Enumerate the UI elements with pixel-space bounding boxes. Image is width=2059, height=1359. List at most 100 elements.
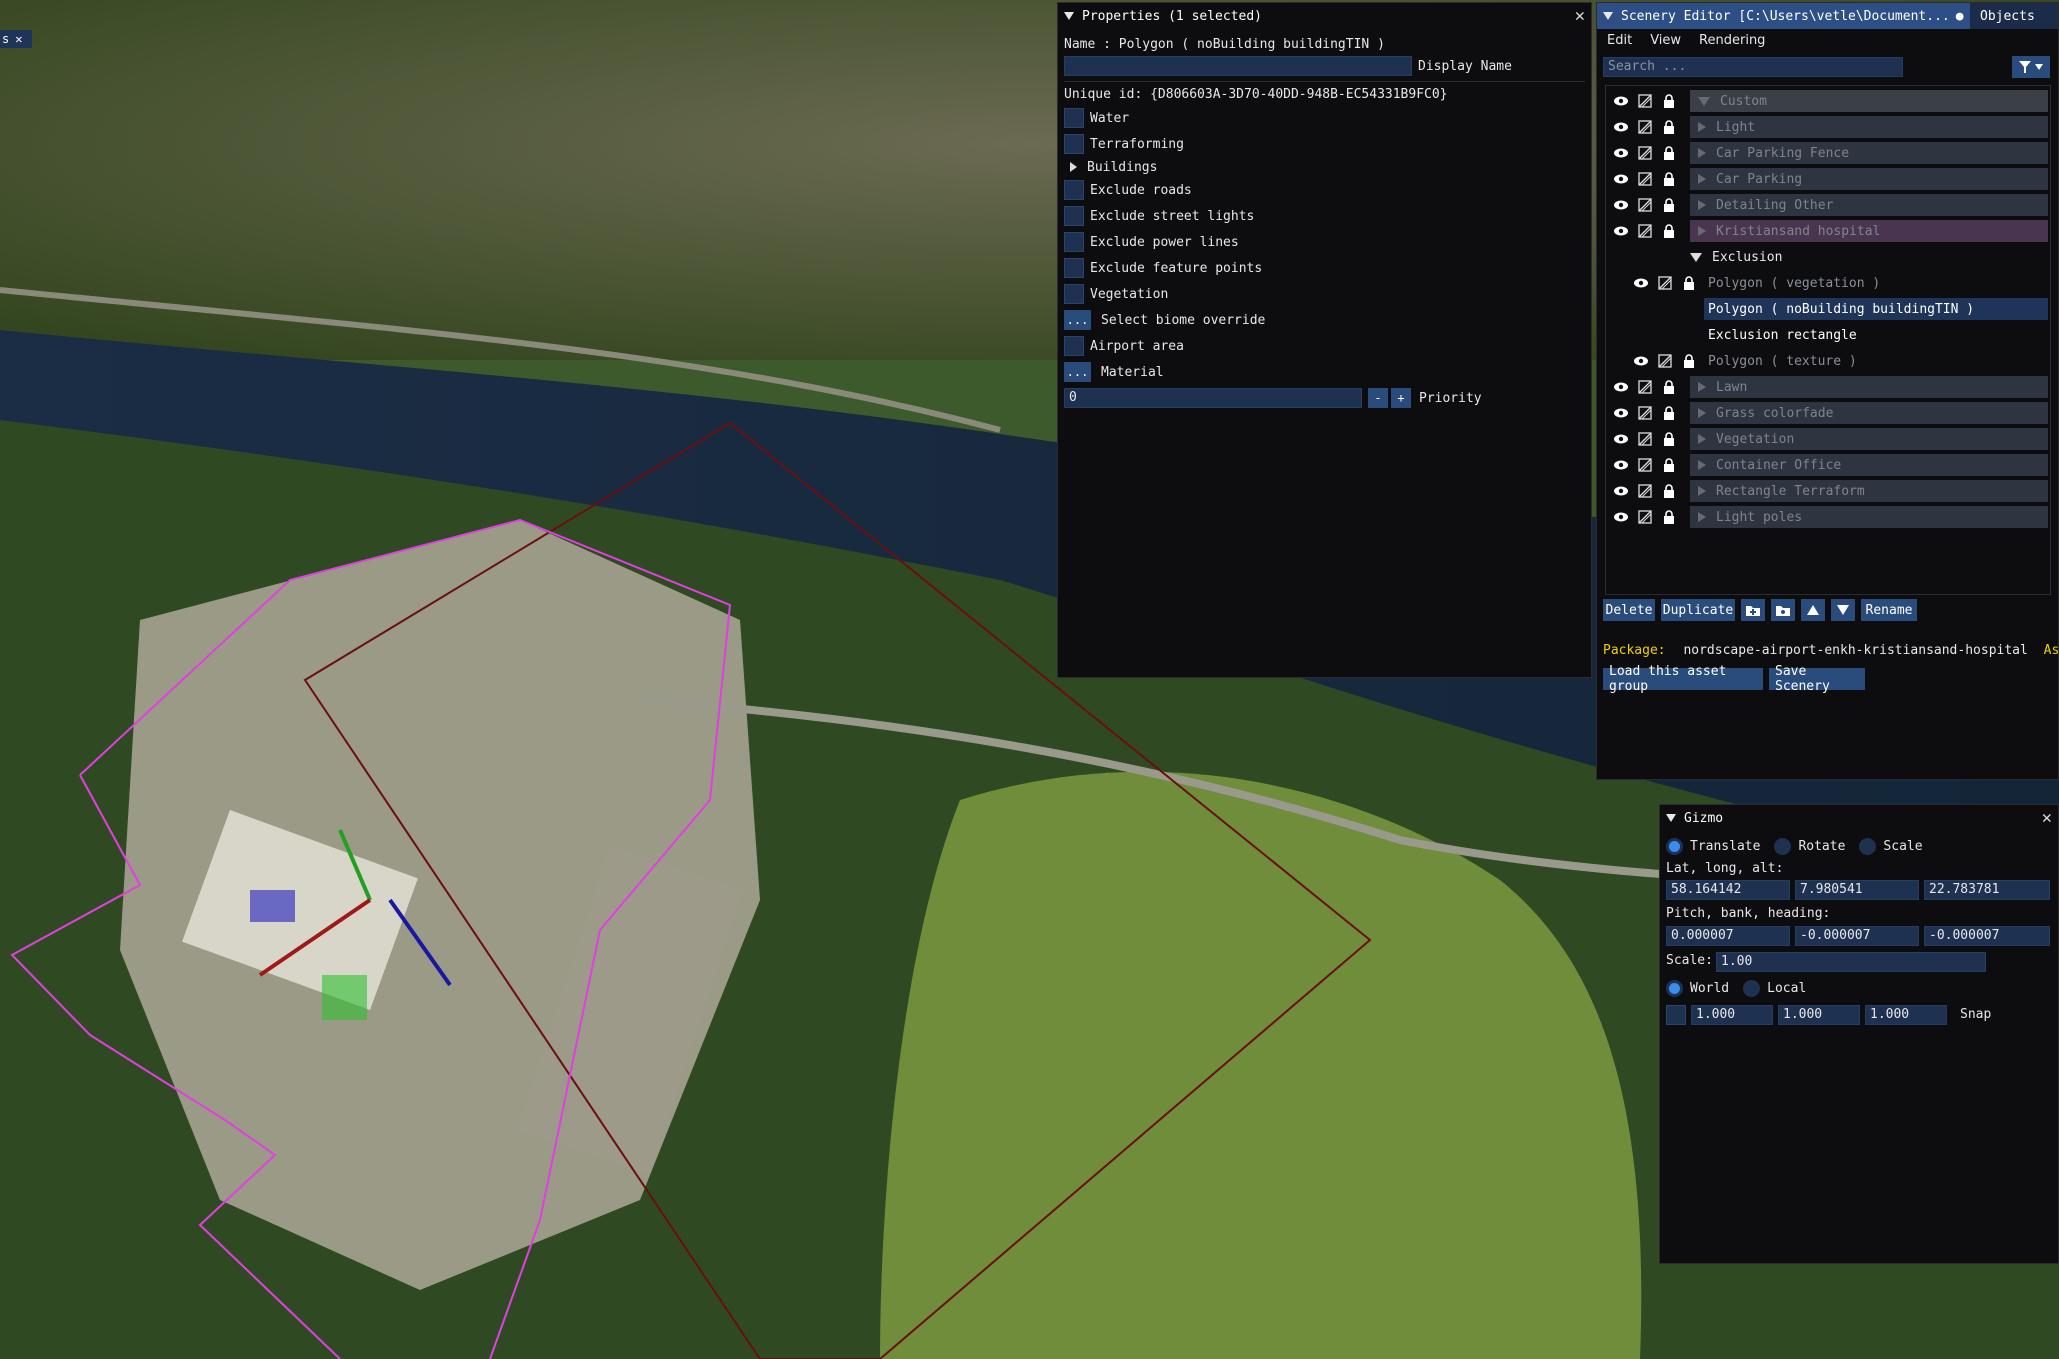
- eye-icon[interactable]: [1612, 378, 1630, 396]
- eye-icon[interactable]: [1612, 404, 1630, 422]
- add-folder-button[interactable]: [1741, 599, 1765, 621]
- eye-icon[interactable]: [1612, 222, 1630, 240]
- lock-icon[interactable]: [1680, 274, 1698, 292]
- wireframe-icon[interactable]: [1636, 196, 1654, 214]
- wireframe-icon[interactable]: [1636, 118, 1654, 136]
- longitude-input[interactable]: 7.980541: [1795, 880, 1919, 900]
- chevron-right-icon[interactable]: [1698, 122, 1706, 132]
- wireframe-icon[interactable]: [1656, 274, 1674, 292]
- lock-icon[interactable]: [1660, 456, 1678, 474]
- material-button[interactable]: ...: [1064, 362, 1091, 382]
- chevron-right-icon[interactable]: [1698, 226, 1706, 236]
- exclude-power-lines-row[interactable]: Exclude power lines: [1064, 231, 1239, 253]
- vegetation-checkbox[interactable]: [1064, 284, 1084, 304]
- eye-icon[interactable]: [1612, 196, 1630, 214]
- priority-plus-button[interactable]: +: [1391, 388, 1411, 408]
- tree-item-group[interactable]: Car Parking Fence: [1612, 142, 2048, 164]
- collapse-icon[interactable]: [1603, 12, 1613, 20]
- latitude-input[interactable]: 58.164142: [1666, 880, 1790, 900]
- display-name-input[interactable]: [1064, 56, 1412, 76]
- collapse-icon[interactable]: [1666, 814, 1676, 822]
- tab-objects[interactable]: Objects: [1970, 3, 2058, 29]
- rename-button[interactable]: Rename: [1861, 599, 1917, 621]
- chevron-right-icon[interactable]: [1698, 148, 1706, 158]
- heading-input[interactable]: -0.000007: [1924, 926, 2050, 946]
- move-down-button[interactable]: [1831, 599, 1855, 621]
- chevron-right-icon[interactable]: [1698, 460, 1706, 470]
- search-input[interactable]: Search ...: [1603, 57, 1903, 77]
- lock-icon[interactable]: [1660, 482, 1678, 500]
- eye-icon[interactable]: [1612, 482, 1630, 500]
- wireframe-icon[interactable]: [1636, 430, 1654, 448]
- chevron-right-icon[interactable]: [1698, 486, 1706, 496]
- tree-item-folder[interactable]: Exclusion: [1690, 246, 1782, 268]
- wireframe-icon[interactable]: [1636, 378, 1654, 396]
- tree-item-group[interactable]: Detailing Other: [1612, 194, 2048, 216]
- wireframe-icon[interactable]: [1636, 170, 1654, 188]
- wireframe-icon[interactable]: [1636, 144, 1654, 162]
- save-scenery-button[interactable]: Save Scenery: [1769, 664, 1865, 694]
- snap-y-input[interactable]: 1.000: [1778, 1005, 1860, 1025]
- altitude-input[interactable]: 22.783781: [1924, 880, 2050, 900]
- eye-icon[interactable]: [1612, 430, 1630, 448]
- lock-icon[interactable]: [1660, 404, 1678, 422]
- menu-view[interactable]: View: [1650, 33, 1681, 48]
- scale-input[interactable]: 1.00: [1716, 952, 1986, 972]
- tree-item-group[interactable]: Car Parking: [1612, 168, 2048, 190]
- delete-button[interactable]: Delete: [1603, 599, 1655, 621]
- tree-item-group[interactable]: Container Office: [1612, 454, 2048, 476]
- gizmo-titlebar[interactable]: Gizmo ✕: [1660, 805, 2058, 831]
- tree-item-group[interactable]: Vegetation: [1612, 428, 2048, 450]
- bank-input[interactable]: -0.000007: [1795, 926, 1919, 946]
- eye-icon[interactable]: [1632, 274, 1650, 292]
- load-asset-group-button[interactable]: Load this asset group: [1603, 664, 1763, 694]
- lock-icon[interactable]: [1660, 92, 1678, 110]
- translate-radio[interactable]: Translate: [1666, 837, 1760, 855]
- chevron-right-icon[interactable]: [1698, 408, 1706, 418]
- terraforming-checkbox-row[interactable]: Terraforming: [1064, 133, 1184, 155]
- scenery-editor-titlebar[interactable]: Scenery Editor [C:\Users\vetle\Document.…: [1597, 3, 2058, 29]
- priority-minus-button[interactable]: -: [1368, 388, 1388, 408]
- rotate-radio[interactable]: Rotate: [1774, 837, 1845, 855]
- exclude-feature-points-row[interactable]: Exclude feature points: [1064, 257, 1262, 279]
- local-radio[interactable]: Local: [1743, 979, 1806, 997]
- lock-icon[interactable]: [1680, 352, 1698, 370]
- eye-icon[interactable]: [1612, 170, 1630, 188]
- exclude-power-lines-checkbox[interactable]: [1064, 232, 1084, 252]
- biome-override-button[interactable]: ...: [1064, 310, 1091, 330]
- lock-icon[interactable]: [1660, 430, 1678, 448]
- chevron-right-icon[interactable]: [1698, 200, 1706, 210]
- lock-icon[interactable]: [1660, 196, 1678, 214]
- snap-z-input[interactable]: 1.000: [1865, 1005, 1947, 1025]
- tree-item-group[interactable]: Kristiansand hospital: [1612, 220, 2048, 242]
- water-checkbox[interactable]: [1064, 108, 1084, 128]
- priority-input[interactable]: 0: [1064, 388, 1362, 408]
- chevron-right-icon[interactable]: [1698, 382, 1706, 392]
- eye-icon[interactable]: [1632, 352, 1650, 370]
- exclude-feature-points-checkbox[interactable]: [1064, 258, 1084, 278]
- terraforming-checkbox[interactable]: [1064, 134, 1084, 154]
- wireframe-icon[interactable]: [1656, 352, 1674, 370]
- wireframe-icon[interactable]: [1636, 456, 1654, 474]
- wireframe-icon[interactable]: [1636, 404, 1654, 422]
- duplicate-button[interactable]: Duplicate: [1661, 599, 1735, 621]
- tree-item-group[interactable]: Light: [1612, 116, 2048, 138]
- exclude-roads-row[interactable]: Exclude roads: [1064, 179, 1192, 201]
- tree-item-group[interactable]: Grass colorfade: [1612, 402, 2048, 424]
- eye-icon[interactable]: [1612, 118, 1630, 136]
- close-icon[interactable]: ✕: [1575, 7, 1585, 25]
- buildings-tree-node[interactable]: Buildings: [1064, 156, 1157, 178]
- lock-icon[interactable]: [1660, 508, 1678, 526]
- close-icon[interactable]: ✕: [2042, 809, 2052, 827]
- wireframe-icon[interactable]: [1636, 508, 1654, 526]
- eye-icon[interactable]: [1612, 92, 1630, 110]
- tree-item[interactable]: Exclusion rectangle: [1704, 324, 2048, 346]
- world-radio[interactable]: World: [1666, 979, 1729, 997]
- tree-item-group[interactable]: Lawn: [1612, 376, 2048, 398]
- menu-rendering[interactable]: Rendering: [1699, 33, 1765, 48]
- exclude-street-lights-row[interactable]: Exclude street lights: [1064, 205, 1254, 227]
- chevron-right-icon[interactable]: [1698, 434, 1706, 444]
- eye-icon[interactable]: [1612, 508, 1630, 526]
- lock-icon[interactable]: [1660, 144, 1678, 162]
- lock-icon[interactable]: [1660, 222, 1678, 240]
